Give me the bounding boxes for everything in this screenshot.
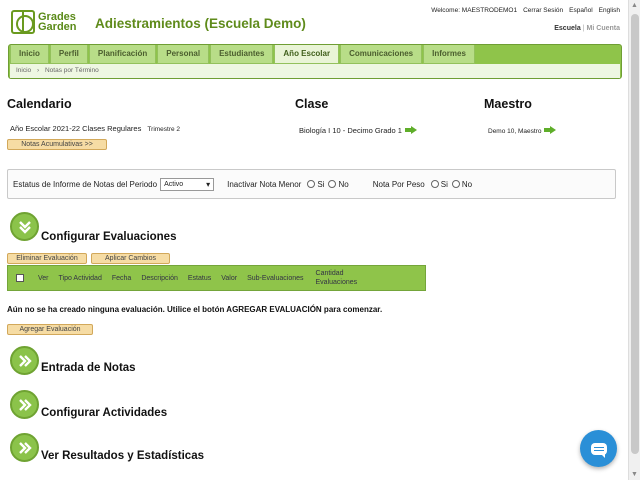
class-arrow-icon[interactable] — [404, 126, 417, 134]
activities-title[interactable]: Configurar Actividades — [41, 407, 167, 419]
delete-evaluation-button[interactable]: Eliminar Evaluación — [7, 253, 87, 264]
breadcrumb-separator: › — [37, 67, 40, 74]
col-valor[interactable]: Valor — [221, 275, 237, 282]
weight-no-label: No — [461, 179, 473, 189]
cumulative-grades-button[interactable]: Notas Acumulativas >> — [7, 139, 107, 150]
class-heading: Clase — [295, 97, 329, 111]
collapse-evaluations-icon[interactable] — [10, 212, 39, 241]
grades-garden-logo[interactable]: Grades Garden — [11, 10, 77, 34]
class-info: Biología I 10 - Decimo Grado 1 — [299, 126, 402, 135]
section-headings: Calendario Clase Maestro — [7, 97, 627, 117]
top-links: Welcome: MAESTRODEMO1 Cerrar Sesión Espa… — [431, 7, 620, 14]
weight-yes-label: Si — [440, 179, 448, 189]
minor-yes-radio[interactable] — [307, 180, 316, 188]
results-title[interactable]: Ver Resultados y Estadísticas — [41, 450, 204, 462]
lang-es-link[interactable]: Español — [569, 7, 593, 14]
breadcrumb: Inicio › Notas por Término — [10, 64, 620, 78]
main-nav: Inicio Perfil Planificación Personal Est… — [8, 44, 622, 79]
weight-label: Nota Por Peso — [372, 179, 425, 189]
breadcrumb-home[interactable]: Inicio — [16, 67, 31, 74]
tab-comunicaciones[interactable]: Comunicaciones — [340, 45, 423, 64]
tab-perfil[interactable]: Perfil — [49, 45, 88, 64]
minor-grade-label: Inactivar Nota Menor — [227, 179, 302, 189]
add-evaluation-button[interactable]: Agregar Evaluación — [7, 324, 93, 335]
teacher-arrow-icon[interactable] — [544, 126, 557, 134]
school-link[interactable]: Escuela — [554, 25, 580, 32]
col-cantidad-evaluaciones[interactable]: Cantidad Evaluaciones — [316, 269, 368, 287]
tab-ano-escolar[interactable]: Año Escolar — [274, 45, 340, 64]
expand-activities-icon[interactable] — [10, 390, 39, 419]
teacher-heading: Maestro — [484, 97, 532, 111]
col-sub-evaluaciones[interactable]: Sub-Evaluaciones — [247, 275, 303, 282]
filter-box: Estatus de Informe de Notas del Periodo … — [7, 169, 616, 199]
status-select[interactable]: Activo — [160, 177, 215, 191]
weight-yes-radio[interactable] — [430, 180, 439, 188]
app-title: Adiestramientos (Escuela Demo) — [95, 16, 306, 31]
lang-en-link[interactable]: English — [599, 7, 620, 14]
expand-grades-entry-icon[interactable] — [10, 346, 39, 375]
logo-line2: Garden — [38, 21, 77, 33]
minor-no-radio[interactable] — [328, 180, 337, 188]
minor-no-label: No — [338, 179, 349, 189]
grades-entry-title[interactable]: Entrada de Notas — [41, 362, 136, 374]
apply-changes-button[interactable]: Aplicar Cambios — [91, 253, 170, 264]
tab-personal[interactable]: Personal — [157, 45, 210, 64]
minor-yes-label: Si — [317, 179, 325, 189]
logo-icon — [11, 10, 35, 34]
vertical-scrollbar[interactable]: ▲ ▼ — [628, 0, 640, 480]
chat-button[interactable] — [580, 430, 617, 467]
select-all-checkbox[interactable] — [16, 274, 24, 282]
col-estatus[interactable]: Estatus — [188, 275, 211, 282]
weight-no-radio[interactable] — [451, 180, 460, 188]
scroll-thumb[interactable] — [631, 14, 639, 454]
breadcrumb-current[interactable]: Notas por Término — [45, 67, 99, 74]
evaluations-table-header: Ver Tipo Actividad Fecha Descripción Est… — [7, 265, 426, 291]
tab-planificacion[interactable]: Planificación — [88, 45, 157, 64]
tab-informes[interactable]: Informes — [423, 45, 475, 64]
school-account-links: Escuela | Mi Cuenta — [554, 25, 620, 32]
calendar-heading: Calendario — [7, 97, 72, 111]
expand-results-icon[interactable] — [10, 433, 39, 462]
teacher-info: Demo 10, Maestro — [488, 128, 542, 135]
status-label: Estatus de Informe de Notas del Periodo — [13, 179, 158, 189]
term-label: Trimestre 2 — [147, 126, 181, 133]
calendar-info: Año Escolar 2021-22 Clases Regulares — [10, 124, 142, 133]
col-fecha[interactable]: Fecha — [112, 275, 131, 282]
chat-icon — [590, 442, 607, 458]
empty-notice: Aún no se ha creado ninguna evaluación. … — [7, 305, 383, 314]
evaluations-title: Configurar Evaluaciones — [41, 231, 177, 243]
scroll-up-icon[interactable]: ▲ — [631, 2, 638, 9]
col-ver[interactable]: Ver — [38, 275, 49, 282]
col-descripcion[interactable]: Descripción — [141, 275, 178, 282]
logout-link[interactable]: Cerrar Sesión — [523, 7, 563, 14]
page: Grades Garden Adiestramientos (Escuela D… — [0, 0, 628, 480]
tab-inicio[interactable]: Inicio — [10, 45, 49, 64]
welcome-text: Welcome: MAESTRODEMO1 — [431, 7, 518, 14]
scroll-down-icon[interactable]: ▼ — [631, 471, 638, 478]
account-link[interactable]: Mi Cuenta — [587, 25, 620, 32]
col-tipo-actividad[interactable]: Tipo Actividad — [59, 275, 102, 282]
tab-estudiantes[interactable]: Estudiantes — [210, 45, 274, 64]
